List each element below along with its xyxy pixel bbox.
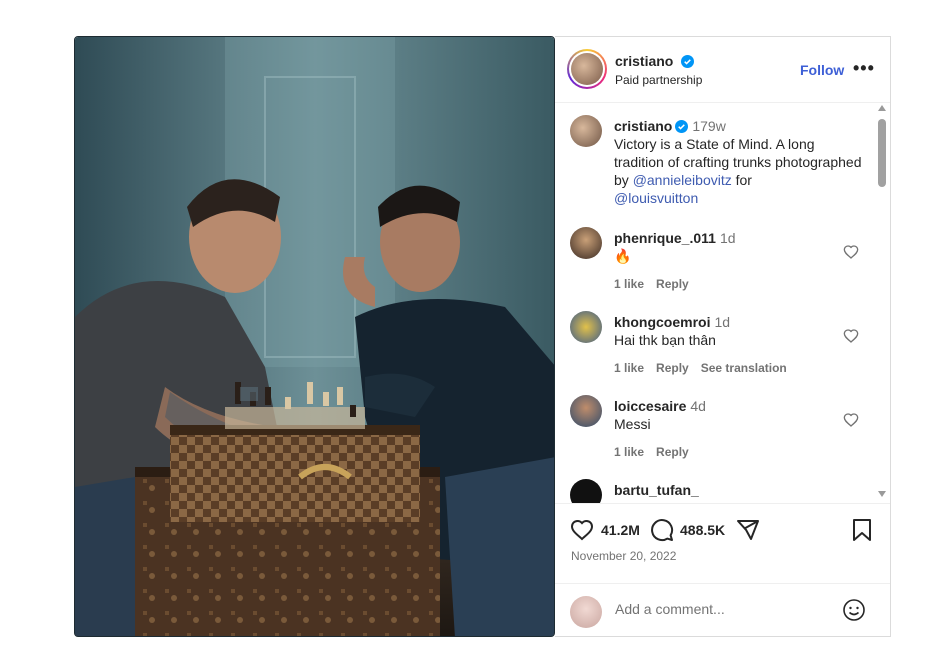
- comment-text: Hai thk bạn thân: [614, 332, 716, 348]
- author-username[interactable]: cristiano: [615, 53, 673, 69]
- author-avatar[interactable]: [567, 49, 607, 89]
- add-comment-input[interactable]: Add a comment...: [615, 601, 725, 617]
- heart-icon[interactable]: [570, 518, 594, 542]
- comment-text-block: phenrique_.011 1d 🔥: [614, 229, 736, 265]
- caption-text-block: cristiano 179w Victory is a State of Mind…: [614, 117, 864, 207]
- author-username-row: cristiano: [615, 53, 694, 71]
- heart-icon[interactable]: [843, 328, 859, 344]
- caption-text-mid: for: [731, 172, 752, 188]
- comments-count[interactable]: 488.5K: [680, 522, 725, 538]
- comment-username[interactable]: loiccesaire: [614, 398, 686, 414]
- add-comment-bar: Add a comment...: [555, 583, 890, 638]
- comment-text: Messi: [614, 416, 651, 432]
- likes-count[interactable]: 41.2M: [601, 522, 640, 538]
- comment-bubble-icon[interactable]: [650, 518, 674, 542]
- heart-icon[interactable]: [843, 244, 859, 260]
- paid-partnership-label[interactable]: Paid partnership: [615, 73, 702, 87]
- more-options-icon[interactable]: •••: [853, 59, 875, 77]
- comment-meta: 1 like Reply: [614, 445, 701, 459]
- mention-annieleibovitz[interactable]: @annieleibovitz: [633, 172, 732, 188]
- comment-likes[interactable]: 1 like: [614, 445, 644, 459]
- comment-meta: 1 like Reply: [614, 277, 701, 291]
- see-translation-button[interactable]: See translation: [701, 361, 787, 375]
- caption-username[interactable]: cristiano: [614, 118, 672, 134]
- comment-username[interactable]: khongcoemroi: [614, 314, 710, 330]
- comment-time[interactable]: 1d: [714, 314, 730, 330]
- scrollbar-thumb[interactable]: [878, 119, 886, 187]
- reply-button[interactable]: Reply: [656, 277, 689, 291]
- post-photo-illustration: [75, 37, 554, 636]
- comments-scrollbar[interactable]: [876, 103, 890, 503]
- current-user-avatar[interactable]: [570, 596, 602, 628]
- verified-badge-icon: [675, 120, 689, 133]
- reply-button[interactable]: Reply: [656, 445, 689, 459]
- post-date[interactable]: November 20, 2022: [571, 549, 676, 563]
- comment-text: 🔥: [614, 248, 632, 264]
- commenter-avatar[interactable]: [570, 479, 602, 503]
- comment-meta: 1 like Reply See translation: [614, 361, 799, 375]
- commenter-avatar[interactable]: [570, 227, 602, 259]
- post-header: cristiano Paid partnership Follow •••: [555, 37, 890, 103]
- bookmark-icon[interactable]: [851, 518, 873, 542]
- comment-likes[interactable]: 1 like: [614, 361, 644, 375]
- follow-button[interactable]: Follow: [800, 62, 844, 78]
- comment-time[interactable]: 1d: [720, 230, 736, 246]
- comment-text-block: bartu_tufan_: [614, 481, 699, 499]
- commenter-avatar[interactable]: [570, 311, 602, 343]
- caption-avatar[interactable]: [570, 115, 602, 147]
- commenter-avatar[interactable]: [570, 395, 602, 427]
- smiley-icon[interactable]: [842, 598, 866, 622]
- scroll-down-arrow-icon[interactable]: [878, 491, 886, 497]
- comment-username[interactable]: phenrique_.011: [614, 230, 716, 246]
- comment-username[interactable]: bartu_tufan_: [614, 482, 699, 498]
- comments-list: cristiano 179w Victory is a State of Mind…: [555, 103, 875, 503]
- comment-likes[interactable]: 1 like: [614, 277, 644, 291]
- verified-badge-icon: [680, 55, 694, 68]
- mention-louisvuitton[interactable]: @louisvuitton: [614, 190, 698, 206]
- paper-plane-icon[interactable]: [736, 518, 760, 542]
- heart-icon[interactable]: [843, 412, 859, 428]
- comment-time[interactable]: 4d: [690, 398, 706, 414]
- caption-time[interactable]: 179w: [692, 118, 725, 134]
- scroll-up-arrow-icon[interactable]: [878, 105, 886, 111]
- comment-text-block: loiccesaire 4d Messi: [614, 397, 706, 433]
- comment-text-block: khongcoemroi 1d Hai thk bạn thân: [614, 313, 730, 349]
- post-side-panel: cristiano Paid partnership Follow ••• cr…: [555, 36, 891, 637]
- reply-button[interactable]: Reply: [656, 361, 689, 375]
- post-image[interactable]: [74, 36, 555, 637]
